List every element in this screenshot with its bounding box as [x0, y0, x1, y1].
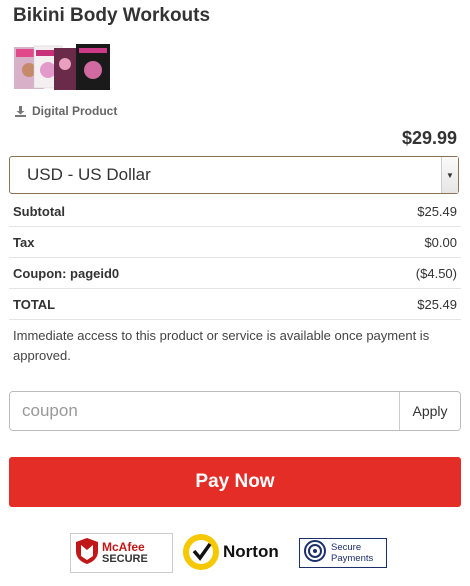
coupon-line-value: ($4.50): [324, 257, 461, 289]
digital-product-text: Digital Product: [32, 104, 118, 118]
coupon-group: Apply: [9, 391, 461, 431]
total-label: TOTAL: [9, 288, 325, 320]
product-image: [14, 44, 110, 91]
table-row: Coupon: pageid0 ($4.50): [9, 257, 461, 289]
product-price: $29.99: [401, 128, 457, 148]
total-value: $25.49: [324, 288, 461, 320]
secure-payments-badge: Secure Payments: [299, 538, 387, 568]
mcafee-badge: McAfee SECURE: [70, 533, 173, 573]
security-badges: McAfee SECURE Norton Secure Payments: [0, 530, 470, 574]
norton-check-icon: [183, 534, 219, 570]
pay-now-button[interactable]: Pay Now: [9, 457, 461, 507]
table-row: Subtotal $25.49: [9, 196, 461, 227]
subtotal-value: $25.49: [324, 196, 461, 227]
coupon-input[interactable]: [10, 392, 399, 430]
subtotal-label: Subtotal: [9, 196, 325, 227]
secure-payments-icon: [303, 539, 327, 568]
payments-text: Payments: [331, 553, 374, 564]
norton-name: Norton: [223, 542, 279, 561]
download-icon: [15, 105, 26, 117]
mcafee-shield-icon: [76, 537, 98, 569]
product-title: Bikini Body Workouts: [13, 5, 211, 26]
table-row: TOTAL $25.49: [9, 288, 461, 320]
access-note: Immediate access to this product or serv…: [13, 328, 430, 363]
dropdown-arrow-icon[interactable]: ▼: [441, 157, 458, 193]
coupon-line-label: Coupon: pageid0: [9, 257, 325, 289]
digital-product-label: Digital Product: [15, 104, 117, 118]
order-summary-table: Subtotal $25.49 Tax $0.00 Coupon: pageid…: [9, 196, 461, 320]
tax-value: $0.00: [324, 226, 461, 258]
currency-select[interactable]: USD - US Dollar ▼: [9, 156, 459, 194]
currency-selected-value: USD - US Dollar: [27, 165, 151, 184]
tax-label: Tax: [9, 226, 325, 258]
mcafee-secure-text: SECURE: [102, 553, 148, 565]
mcafee-brand: McAfee: [102, 540, 145, 554]
apply-coupon-button[interactable]: Apply: [399, 392, 460, 430]
norton-badge: Norton: [183, 530, 293, 574]
table-row: Tax $0.00: [9, 226, 461, 258]
secure-text: Secure: [331, 542, 362, 553]
